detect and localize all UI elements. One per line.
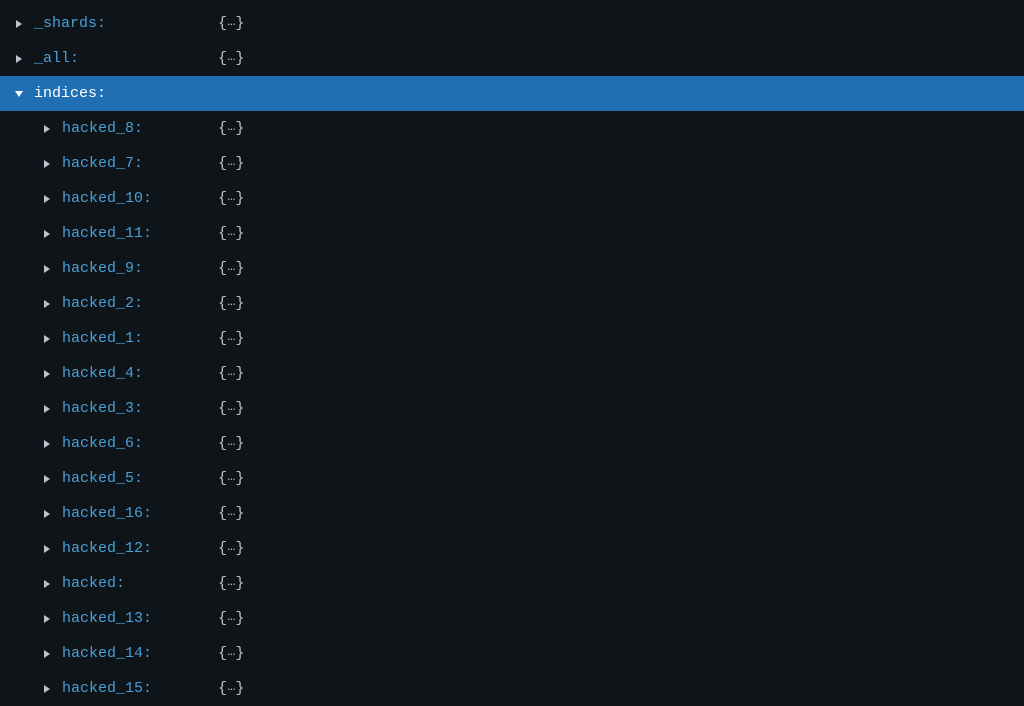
tree-node[interactable]: indices: [0, 76, 1024, 111]
chevron-right-icon[interactable] [42, 367, 56, 381]
tree-node[interactable]: hacked_14: {…} [0, 636, 1024, 671]
chevron-right-icon[interactable] [42, 612, 56, 626]
tree-node[interactable]: hacked_6: {…} [0, 426, 1024, 461]
chevron-right-icon[interactable] [42, 437, 56, 451]
tree-node[interactable]: hacked_3: {…} [0, 391, 1024, 426]
chevron-right-icon[interactable] [42, 577, 56, 591]
collapsed-object-placeholder[interactable]: {…} [218, 120, 244, 137]
chevron-right-icon[interactable] [42, 402, 56, 416]
chevron-right-icon[interactable] [42, 192, 56, 206]
node-key-label: _shards: [34, 15, 106, 32]
collapsed-object-placeholder[interactable]: {…} [218, 155, 244, 172]
node-key-label: hacked_11: [62, 225, 152, 242]
node-key-label: hacked_7: [62, 155, 143, 172]
node-key-label: hacked_13: [62, 610, 152, 627]
collapsed-object-placeholder[interactable]: {…} [218, 15, 244, 32]
chevron-right-icon[interactable] [42, 542, 56, 556]
collapsed-object-placeholder[interactable]: {…} [218, 225, 244, 242]
chevron-right-icon[interactable] [14, 17, 28, 31]
collapsed-object-placeholder[interactable]: {…} [218, 400, 244, 417]
tree-node[interactable]: hacked: {…} [0, 566, 1024, 601]
node-key-label: _all: [34, 50, 79, 67]
chevron-right-icon[interactable] [42, 647, 56, 661]
node-key-label: hacked_9: [62, 260, 143, 277]
chevron-right-icon[interactable] [42, 682, 56, 696]
node-key-label: hacked_16: [62, 505, 152, 522]
collapsed-object-placeholder[interactable]: {…} [218, 365, 244, 382]
tree-node[interactable]: hacked_15: {…} [0, 671, 1024, 706]
tree-node[interactable]: hacked_10: {…} [0, 181, 1024, 216]
node-key-label: hacked_5: [62, 470, 143, 487]
collapsed-object-placeholder[interactable]: {…} [218, 610, 244, 627]
tree-node[interactable]: hacked_1: {…} [0, 321, 1024, 356]
node-key-label: hacked_6: [62, 435, 143, 452]
node-key-label: hacked_10: [62, 190, 152, 207]
tree-node[interactable]: hacked_9: {…} [0, 251, 1024, 286]
collapsed-object-placeholder[interactable]: {…} [218, 575, 244, 592]
collapsed-object-placeholder[interactable]: {…} [218, 330, 244, 347]
tree-node[interactable]: hacked_11: {…} [0, 216, 1024, 251]
tree-node[interactable]: _all: {…} [0, 41, 1024, 76]
node-key-label: hacked_4: [62, 365, 143, 382]
chevron-down-icon[interactable] [14, 87, 28, 101]
tree-node[interactable]: hacked_2: {…} [0, 286, 1024, 321]
tree-node[interactable]: hacked_13: {…} [0, 601, 1024, 636]
chevron-right-icon[interactable] [42, 262, 56, 276]
chevron-right-icon[interactable] [42, 297, 56, 311]
collapsed-object-placeholder[interactable]: {…} [218, 295, 244, 312]
collapsed-object-placeholder[interactable]: {…} [218, 680, 244, 697]
node-key-label: hacked_8: [62, 120, 143, 137]
collapsed-object-placeholder[interactable]: {…} [218, 540, 244, 557]
chevron-right-icon[interactable] [42, 227, 56, 241]
collapsed-object-placeholder[interactable]: {…} [218, 50, 244, 67]
node-key-label: hacked_2: [62, 295, 143, 312]
node-key-label: indices: [34, 85, 106, 102]
node-key-label: hacked_15: [62, 680, 152, 697]
chevron-right-icon[interactable] [42, 122, 56, 136]
chevron-right-icon[interactable] [42, 157, 56, 171]
collapsed-object-placeholder[interactable]: {…} [218, 190, 244, 207]
node-key-label: hacked: [62, 575, 125, 592]
chevron-right-icon[interactable] [42, 472, 56, 486]
node-key-label: hacked_3: [62, 400, 143, 417]
node-key-label: hacked_1: [62, 330, 143, 347]
tree-node[interactable]: hacked_7: {…} [0, 146, 1024, 181]
collapsed-object-placeholder[interactable]: {…} [218, 435, 244, 452]
tree-node[interactable]: hacked_4: {…} [0, 356, 1024, 391]
tree-node[interactable]: hacked_12: {…} [0, 531, 1024, 566]
tree-node[interactable]: hacked_8: {…} [0, 111, 1024, 146]
json-tree-view: _shards:{…}_all:{…}indices:hacked_8:{…}h… [0, 6, 1024, 706]
collapsed-object-placeholder[interactable]: {…} [218, 505, 244, 522]
tree-node[interactable]: _shards: {…} [0, 6, 1024, 41]
chevron-right-icon[interactable] [14, 52, 28, 66]
collapsed-object-placeholder[interactable]: {…} [218, 470, 244, 487]
chevron-right-icon[interactable] [42, 332, 56, 346]
node-key-label: hacked_14: [62, 645, 152, 662]
tree-node[interactable]: hacked_5: {…} [0, 461, 1024, 496]
chevron-right-icon[interactable] [42, 507, 56, 521]
node-key-label: hacked_12: [62, 540, 152, 557]
collapsed-object-placeholder[interactable]: {…} [218, 260, 244, 277]
collapsed-object-placeholder[interactable]: {…} [218, 645, 244, 662]
tree-node[interactable]: hacked_16: {…} [0, 496, 1024, 531]
